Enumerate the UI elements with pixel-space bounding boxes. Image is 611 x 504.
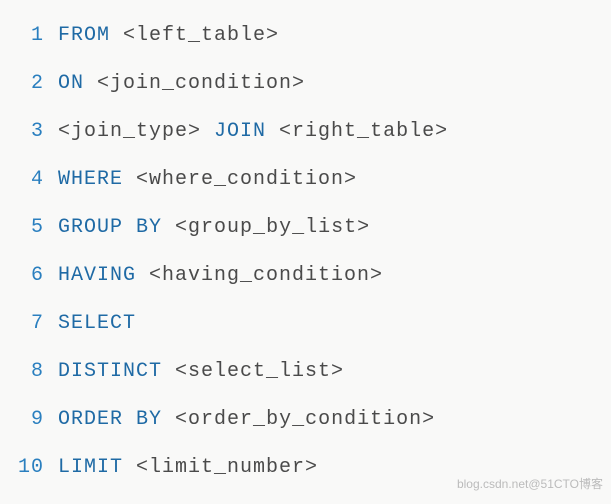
- keyword-token: BY: [136, 216, 162, 239]
- keyword-token: LIMIT: [58, 456, 123, 479]
- code-block: 1FROM <left_table>2ON <join_condition>3<…: [0, 0, 611, 504]
- code-line: 9ORDER BY <order_by_condition>: [0, 396, 611, 444]
- keyword-token: BY: [136, 408, 162, 431]
- text-token: <where_condition>: [123, 168, 357, 191]
- line-number: 10: [0, 444, 58, 492]
- code-line: 2ON <join_condition>: [0, 60, 611, 108]
- text-token: <join_type>: [58, 120, 214, 143]
- line-number: 2: [0, 60, 58, 108]
- text-token: <select_list>: [162, 360, 344, 383]
- code-line: 8DISTINCT <select_list>: [0, 348, 611, 396]
- text-token: <limit_number>: [123, 456, 318, 479]
- text-token: [123, 408, 136, 431]
- line-content: WHERE <where_condition>: [58, 156, 357, 204]
- keyword-token: HAVING: [58, 264, 136, 287]
- watermark-text: blog.csdn.net@51CTO博客: [457, 475, 603, 492]
- line-number: 7: [0, 300, 58, 348]
- keyword-token: ON: [58, 72, 84, 95]
- line-number: 1: [0, 12, 58, 60]
- keyword-token: DISTINCT: [58, 360, 162, 383]
- keyword-token: FROM: [58, 24, 110, 47]
- text-token: <join_condition>: [84, 72, 305, 95]
- line-content: LIMIT <limit_number>: [58, 444, 318, 492]
- line-content: HAVING <having_condition>: [58, 252, 383, 300]
- line-content: GROUP BY <group_by_list>: [58, 204, 370, 252]
- code-line: 6HAVING <having_condition>: [0, 252, 611, 300]
- line-content: <join_type> JOIN <right_table>: [58, 108, 448, 156]
- text-token: <order_by_condition>: [162, 408, 435, 431]
- code-line: 5GROUP BY <group_by_list>: [0, 204, 611, 252]
- line-number: 4: [0, 156, 58, 204]
- line-content: FROM <left_table>: [58, 12, 279, 60]
- text-token: <left_table>: [110, 24, 279, 47]
- keyword-token: JOIN: [214, 120, 266, 143]
- text-token: [123, 216, 136, 239]
- line-number: 9: [0, 396, 58, 444]
- keyword-token: ORDER: [58, 408, 123, 431]
- code-line: 7SELECT: [0, 300, 611, 348]
- keyword-token: GROUP: [58, 216, 123, 239]
- line-number: 8: [0, 348, 58, 396]
- text-token: <group_by_list>: [162, 216, 370, 239]
- line-number: 3: [0, 108, 58, 156]
- line-number: 6: [0, 252, 58, 300]
- line-content: DISTINCT <select_list>: [58, 348, 344, 396]
- keyword-token: WHERE: [58, 168, 123, 191]
- code-line: 4WHERE <where_condition>: [0, 156, 611, 204]
- keyword-token: SELECT: [58, 312, 136, 335]
- code-line: 3<join_type> JOIN <right_table>: [0, 108, 611, 156]
- text-token: <having_condition>: [136, 264, 383, 287]
- text-token: <right_table>: [266, 120, 448, 143]
- code-line: 1FROM <left_table>: [0, 12, 611, 60]
- line-content: ORDER BY <order_by_condition>: [58, 396, 435, 444]
- line-content: ON <join_condition>: [58, 60, 305, 108]
- line-number: 5: [0, 204, 58, 252]
- line-content: SELECT: [58, 300, 136, 348]
